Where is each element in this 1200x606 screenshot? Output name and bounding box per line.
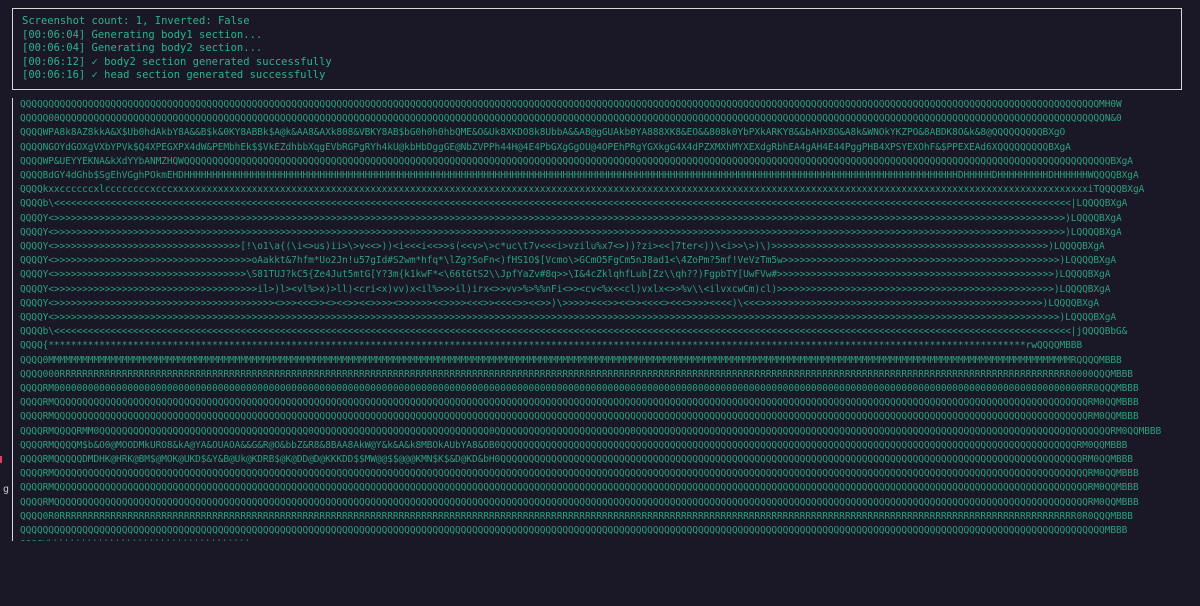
ascii-art-line: QQQQRMQQQQQQQQQQQQQQQQQQQQQQQQQQQQQQQQQQ… bbox=[20, 397, 1139, 409]
log-line: [00:06:04] Generating body1 section... bbox=[22, 28, 263, 41]
log-output-box: Screenshot count: 1, Inverted: False [00… bbox=[12, 8, 1182, 90]
ascii-art-line: QQQQY<>>>>>>>>>>>>>>>>>>>>>>>>>>>>>>>>>>… bbox=[20, 312, 1117, 324]
terminal-gutter: g bbox=[0, 98, 10, 541]
ascii-art-line: QQQQRMQQQQQQQQQQQQQQQQQQQQQQQQQQQQQQQQQQ… bbox=[20, 482, 1139, 494]
ascii-art-line: QQQQNGOYdGOXgVXbYPVk$Q4XPEGXPX4dW&PEMbhE… bbox=[20, 141, 1071, 153]
ascii-art-line: QQQQWP&UEYYEKNA&kXdYYbANMZHQWQQQQQQQQQQQ… bbox=[20, 155, 1133, 167]
ascii-art-line: QQQQY<>>>>>>>>>>>>>>>>>>>>>>>>>>>>>>>>>>… bbox=[20, 212, 1122, 224]
ascii-art-line: QQQQ0MMMMMMMMMMMMMMMMMMMMMMMMMMMMMMMMMMM… bbox=[20, 354, 1122, 366]
log-line-status: Screenshot count: 1, Inverted: False bbox=[22, 15, 250, 27]
ascii-art-line: QQQQRM0000000000000000000000000000000000… bbox=[20, 383, 1139, 395]
ascii-art-line: QQQQ{***********************************… bbox=[20, 340, 1083, 352]
ascii-art-line: QQQQY<>>>>>>>>>>>>>>>>>>>>>>>>>>>>>>>>>>… bbox=[20, 226, 1122, 238]
ascii-art-line: QQQQWPA8k8AZ8kkA&X$Ub0hdAkbY8A&&B$k&0KY8… bbox=[20, 127, 1066, 139]
ascii-art-line: QQQQb\<<<<<<<<<<<<<<<<<<<<<<<<<<<<<<<<<<… bbox=[20, 326, 1128, 338]
gutter-marker bbox=[0, 456, 2, 463]
ascii-art-line: QQQQRMQQQQQQQQQQQQQQQQQQQQQQQQQQQQQQQQQQ… bbox=[20, 468, 1139, 480]
log-line: [00:06:16] ✓ head section generated succ… bbox=[22, 69, 326, 82]
ascii-art-line: QQQQRMQQQQRMM0QQQQQQQQQQQQQQQQQQQQQQQQQQ… bbox=[20, 425, 1162, 437]
gutter-glyph: g bbox=[3, 484, 10, 495]
ascii-art-line: QQQQWbbbbbbbbbbbbbbbbbbbbbbbbbbbbbbbbbbb… bbox=[20, 538, 1200, 541]
ascii-art-line: QQQQY<>>>>>>>>>>>>>>>>>>>>>>>>>>>>>>>>>>… bbox=[20, 283, 1111, 295]
ascii-art-line: QQQQQQQQQQQQQQQQQQQQQQQQQQQQQQQQQQQQQQQQ… bbox=[20, 525, 1128, 537]
ascii-art-line: QQQQY<>>>>>>>>>>>>>>>>>>>>>>>>>>>>>>>>>>… bbox=[20, 255, 1117, 267]
ascii-art-line: QQQQY<>>>>>>>>>>>>>>>>>>>>>>>>>>>>>>>>>[… bbox=[20, 241, 1105, 253]
ascii-art-line: QQQQY<>>>>>>>>>>>>>>>>>>>>>>>>>>>>>>>>>>… bbox=[20, 269, 1111, 281]
ascii-art-line: QQQQY<>>>>>>>>>>>>>>>>>>>>>>>>>>>>>>>>>>… bbox=[20, 297, 1100, 309]
ascii-art-line: QQQQkxxccccccxlccccccccxcccxxxxxxxxxxxxx… bbox=[20, 184, 1145, 196]
ascii-art-line: QQQQ000RRRRRRRRRRRRRRRRRRRRRRRRRRRRRRRRR… bbox=[20, 368, 1133, 380]
ascii-art-line: QQQQRMQQQQQQQQQQQQQQQQQQQQQQQQQQQQQQQQQQ… bbox=[20, 411, 1139, 423]
ascii-art-line: QQQQQQQQQQQQQQQQQQQQQQQQQQQQQQQQQQQQQQQQ… bbox=[20, 99, 1122, 110]
ascii-art-line: QQQQRMQQQQQDMDHK@HRK@BM$@MOK@UKD$&Y&B@Uk… bbox=[20, 454, 1133, 466]
ascii-art-line: QQQQRMQQQQM$b&O0@MOODMkURO8&kA@YA&OUAOA&… bbox=[20, 439, 1128, 451]
ascii-art-line: QQQQb\<<<<<<<<<<<<<<<<<<<<<<<<<<<<<<<<<<… bbox=[20, 198, 1128, 210]
ascii-art-line: QQQQRMQQQQQQQQQQQQQQQQQQQQQQQQQQQQQQQQQQ… bbox=[20, 496, 1139, 508]
log-line: [00:06:04] Generating body2 section... bbox=[22, 42, 263, 55]
log-line: [00:06:12] ✓ body2 section generated suc… bbox=[22, 55, 332, 68]
ascii-art-line: QQQQQ00QQQQQQQQQQQQQQQQQQQQQQQQQQQQQQQQQ… bbox=[20, 113, 1122, 125]
terminal-window: Screenshot count: 1, Inverted: False [00… bbox=[0, 0, 1200, 606]
ascii-art-line: QQQQ0R0RRRRRRRRRRRRRRRRRRRRRRRRRRRRRRRRR… bbox=[20, 510, 1133, 522]
ascii-art-line: QQQQBdGY4dGhb$SgEhVGghPOkmEHDHHHHHHHHHHH… bbox=[20, 170, 1139, 182]
ascii-art-output: QQQQQQQQQQQQQQQQQQQQQQQQQQQQQQQQQQQQQQQQ… bbox=[12, 98, 1200, 541]
